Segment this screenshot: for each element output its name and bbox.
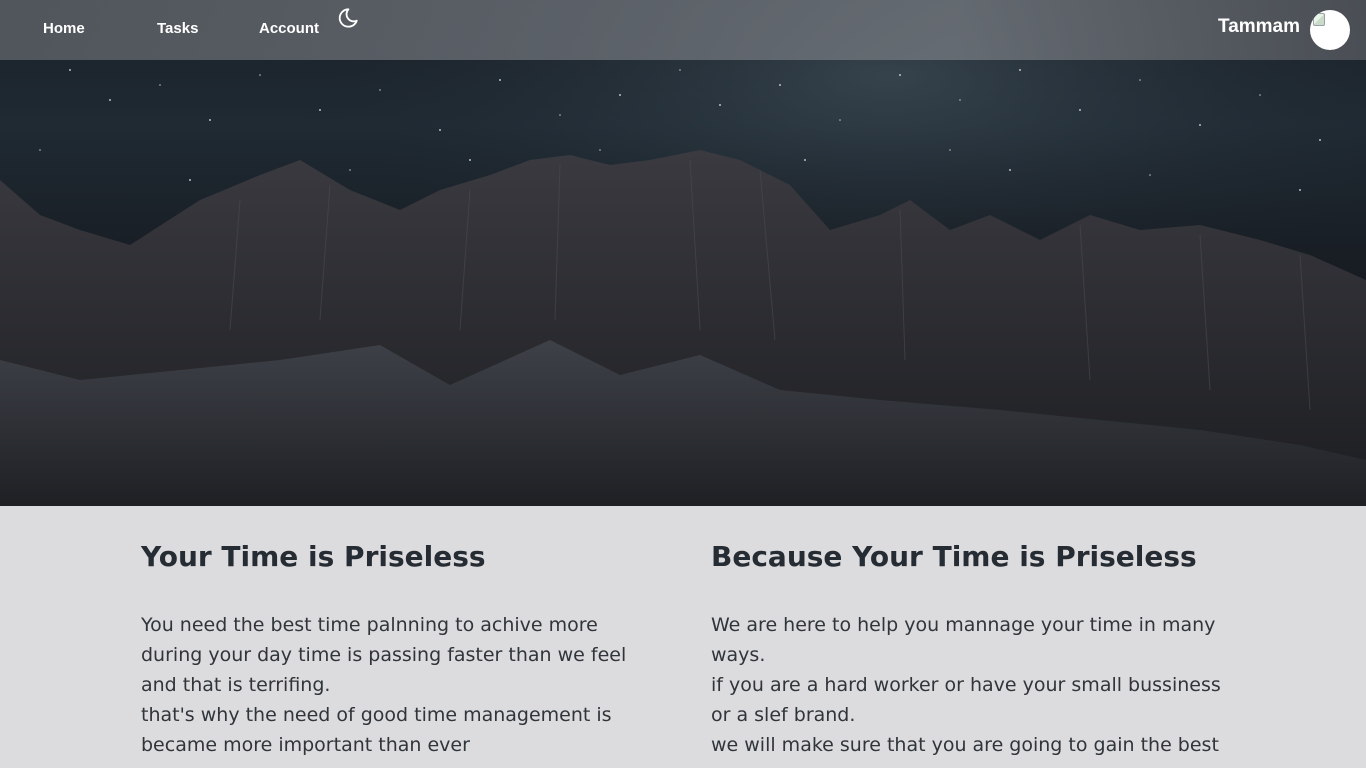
right-column: Because Your Time is Priseless We are he… — [711, 506, 1231, 760]
hero-image — [0, 0, 1366, 506]
left-column: Your Time is Priseless You need the best… — [141, 506, 661, 760]
left-line: that's why the need of good time managem… — [141, 704, 612, 756]
nav-tasks-link[interactable]: Tasks — [157, 20, 198, 37]
mountain-landscape — [0, 0, 1366, 506]
user-name[interactable]: Tammam — [1218, 16, 1300, 38]
right-heading: Because Your Time is Priseless — [711, 540, 1197, 573]
intro-section: Your Time is Priseless You need the best… — [0, 506, 1366, 768]
nav-home-link[interactable]: Home — [43, 20, 85, 37]
right-paragraph: We are here to help you mannage your tim… — [711, 610, 1221, 760]
top-navbar: Home Tasks Account Tammam — [0, 0, 1366, 60]
moon-icon[interactable] — [337, 7, 359, 29]
right-line: We are here to help you mannage your tim… — [711, 614, 1216, 666]
nav-account-link[interactable]: Account — [259, 20, 319, 37]
broken-image-icon — [1313, 13, 1325, 26]
left-paragraph: You need the best time palnning to achiv… — [141, 610, 651, 760]
left-line: You need the best time palnning to achiv… — [141, 614, 627, 696]
left-heading: Your Time is Priseless — [141, 540, 486, 573]
right-line: we will make sure that you are going to … — [711, 734, 1219, 756]
right-line: if you are a hard worker or have your sm… — [711, 674, 1221, 726]
avatar[interactable] — [1310, 10, 1350, 50]
